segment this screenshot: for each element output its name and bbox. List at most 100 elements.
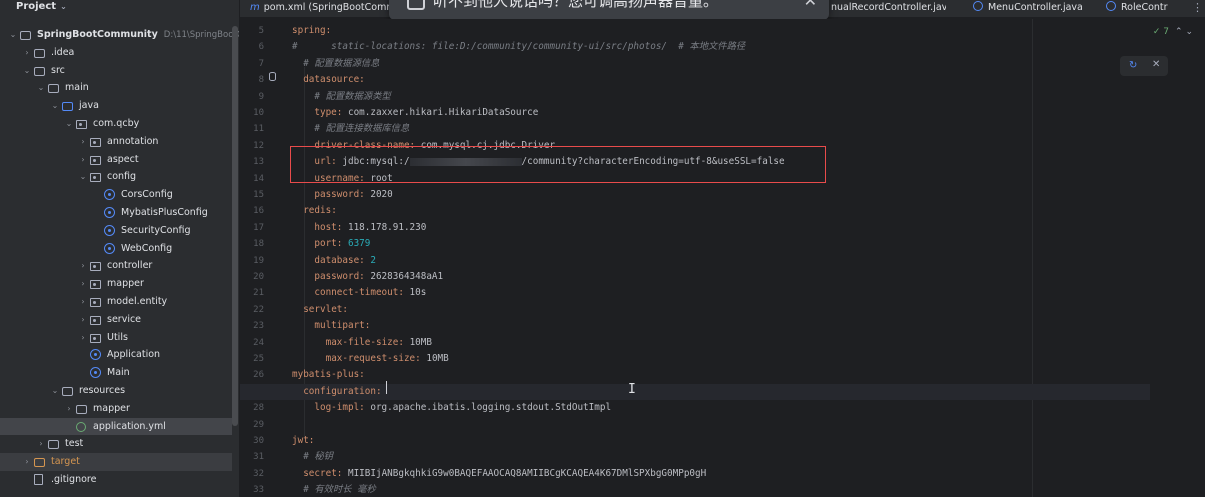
line-number[interactable]: 18: [240, 236, 264, 252]
line-number[interactable]: 8: [240, 72, 264, 88]
code-line[interactable]: port: 6379: [292, 236, 370, 252]
tree-item[interactable]: ⌄ config: [0, 168, 232, 186]
code-line[interactable]: database: 2: [292, 253, 376, 269]
tree-item[interactable]: SecurityConfig: [0, 222, 232, 240]
code-line[interactable]: host: 118.178.91.230: [292, 220, 426, 236]
tree-item[interactable]: › mapper: [0, 275, 232, 293]
line-number[interactable]: 26: [240, 367, 264, 383]
line-number[interactable]: 25: [240, 351, 264, 367]
inspection-widget[interactable]: ✓ 7 ⌃ ⌄: [1153, 27, 1193, 37]
chevron-right-icon[interactable]: ›: [78, 151, 88, 169]
line-number[interactable]: 14: [240, 171, 264, 187]
code-line[interactable]: # 有效时长 毫秒: [292, 482, 376, 497]
code-line[interactable]: password: 2628364348aA1: [292, 269, 443, 285]
more-tabs-icon[interactable]: ⋮: [1192, 1, 1203, 14]
chevron-right-icon[interactable]: ›: [78, 293, 88, 311]
chevron-down-icon[interactable]: ⌄: [36, 79, 46, 97]
line-number[interactable]: 6: [240, 39, 264, 55]
tree-item[interactable]: CorsConfig: [0, 186, 232, 204]
tree-item[interactable]: › controller: [0, 257, 232, 275]
line-number[interactable]: 23: [240, 318, 264, 334]
code-line[interactable]: connect-timeout: 10s: [292, 285, 426, 301]
line-number[interactable]: 19: [240, 253, 264, 269]
tree-item[interactable]: › annotation: [0, 133, 232, 151]
chevron-down-icon[interactable]: ⌄: [78, 168, 88, 186]
code-line[interactable]: secret: MIIBIjANBgkqhkiG9w0BAQEFAAOCAQ8A…: [292, 466, 706, 482]
line-number[interactable]: 24: [240, 335, 264, 351]
code-line[interactable]: # 配置连接数据库信息: [292, 121, 409, 137]
chevron-down-icon[interactable]: ⌄: [50, 382, 60, 400]
tree-item[interactable]: › mapper: [0, 400, 232, 418]
tree-item[interactable]: Main: [0, 364, 232, 382]
line-number[interactable]: 7: [240, 56, 264, 72]
chevron-right-icon[interactable]: ›: [22, 44, 32, 62]
tree-item[interactable]: › aspect: [0, 151, 232, 169]
reload-config-icon[interactable]: ↻: [1129, 60, 1137, 71]
chevron-down-icon[interactable]: ⌄: [22, 62, 32, 80]
editor-tab[interactable]: nualRecordController.java: [816, 0, 946, 18]
line-number[interactable]: 30: [240, 433, 264, 449]
chevron-right-icon[interactable]: ›: [78, 329, 88, 347]
close-icon[interactable]: ✕: [1152, 59, 1160, 70]
tree-item[interactable]: .gitignore: [0, 471, 232, 489]
chevron-down-icon[interactable]: ⌄: [50, 97, 60, 115]
chevron-right-icon[interactable]: ›: [22, 453, 32, 471]
editor-tab[interactable]: RoleContr: [1106, 0, 1186, 18]
line-number[interactable]: 9: [240, 89, 264, 105]
tree-item[interactable]: ⌄ java: [0, 97, 232, 115]
project-panel-header[interactable]: Project ⌄: [0, 0, 239, 18]
chevron-right-icon[interactable]: ›: [36, 435, 46, 453]
line-number[interactable]: 16: [240, 203, 264, 219]
code-line[interactable]: configuration:: [240, 383, 1150, 401]
tree-item[interactable]: › model.entity: [0, 293, 232, 311]
line-number[interactable]: 29: [240, 417, 264, 433]
line-number[interactable]: 12: [240, 138, 264, 154]
tree-item[interactable]: › test: [0, 435, 232, 453]
code-line[interactable]: mybatis-plus:: [292, 367, 365, 383]
code-line[interactable]: # 配置数据源信息: [292, 56, 379, 72]
tree-item[interactable]: › target: [0, 453, 232, 471]
code-editor[interactable]: 5 6 7 8 9 10 11 12 13 14 15 16 17 18 19 20 21 22 23 24 25 26 2…: [240, 19, 1205, 497]
editor-tab[interactable]: MenuController.java: [973, 0, 1091, 18]
tree-item[interactable]: ⌄ src: [0, 62, 232, 80]
line-number[interactable]: 13: [240, 154, 264, 170]
database-icon[interactable]: [269, 72, 276, 81]
line-number[interactable]: 22: [240, 302, 264, 318]
editor-tab[interactable]: m pom.xml (SpringBootCommu: [250, 0, 390, 18]
chevron-right-icon[interactable]: ›: [78, 257, 88, 275]
tree-item[interactable]: ⌄ com.qcby: [0, 115, 232, 133]
code-line[interactable]: password: 2020: [292, 187, 392, 203]
code-line[interactable]: # 配置数据源类型: [292, 89, 390, 105]
line-number[interactable]: 21: [240, 285, 264, 301]
code-line[interactable]: jwt:: [292, 433, 314, 449]
line-number[interactable]: 17: [240, 220, 264, 236]
tree-item[interactable]: ⌄ resources: [0, 382, 232, 400]
line-number[interactable]: 33: [240, 482, 264, 497]
code-line[interactable]: redis:: [292, 203, 337, 219]
code-line[interactable]: max-file-size: 10MB: [292, 335, 432, 351]
code-line[interactable]: max-request-size: 10MB: [292, 351, 449, 367]
tree-item[interactable]: MybatisPlusConfig: [0, 204, 232, 222]
tree-item[interactable]: › service: [0, 311, 232, 329]
code-line[interactable]: # static-locations: file:D:/community/co…: [292, 39, 745, 55]
tree-item[interactable]: › .idea: [0, 44, 232, 62]
code-line[interactable]: datasource:: [292, 72, 365, 88]
code-line[interactable]: multipart:: [292, 318, 370, 334]
code-line[interactable]: servlet:: [292, 302, 348, 318]
line-number[interactable]: 31: [240, 449, 264, 465]
tree-item[interactable]: WebConfig: [0, 240, 232, 258]
sidebar-scrollbar[interactable]: [232, 26, 238, 426]
chevron-right-icon[interactable]: ›: [78, 133, 88, 151]
navigate-arrows-icon[interactable]: ⌃ ⌄: [1175, 27, 1193, 37]
chevron-down-icon[interactable]: ⌄: [60, 2, 67, 11]
line-number[interactable]: 11: [240, 121, 264, 137]
line-number[interactable]: 20: [240, 269, 264, 285]
code-line[interactable]: spring:: [292, 23, 331, 39]
tree-item[interactable]: ⌄ main: [0, 79, 232, 97]
tree-item[interactable]: Application: [0, 346, 232, 364]
tree-item[interactable]: ⌄ SpringBootCommunity D:\11\SpringBootCo: [0, 26, 239, 44]
code-line[interactable]: # 秘钥: [292, 449, 333, 465]
line-number[interactable]: 32: [240, 466, 264, 482]
line-number[interactable]: 15: [240, 187, 264, 203]
tree-item[interactable]: › Utils: [0, 329, 232, 347]
